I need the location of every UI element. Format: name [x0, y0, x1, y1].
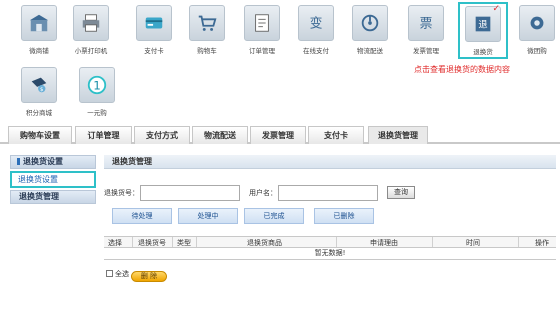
filter-pending[interactable]: 待处理 — [112, 208, 172, 224]
tile-label: 积分商城 — [26, 109, 52, 117]
col-return-number: 退换货号 — [138, 239, 166, 247]
col-actions: 操作 — [535, 239, 549, 247]
col-type: 类型 — [177, 239, 191, 247]
tile-label: 订单管理 — [249, 47, 275, 55]
tile-group-buy[interactable]: 微团购 — [512, 2, 560, 60]
left-menu-item-return-settings[interactable]: 退换货设置 — [10, 171, 96, 188]
column-divider — [336, 237, 337, 247]
column-divider — [196, 237, 197, 247]
tile-label: 发票管理 — [413, 47, 439, 55]
checkmark-icon: ✓ — [492, 4, 500, 14]
tile-weishangpu[interactable]: 微商铺 — [14, 2, 64, 60]
tab-payment-card[interactable]: 支付卡 — [308, 126, 364, 144]
col-return-goods: 退换货商品 — [247, 239, 282, 247]
svg-text:$: $ — [40, 87, 44, 93]
tile-label: 微团购 — [527, 47, 547, 55]
bulk-actions: 全选删 除 — [106, 269, 167, 282]
status-filters: 待处理 处理中 已完成 已删除 — [104, 208, 556, 226]
tab-order-management[interactable]: 订单管理 — [75, 126, 132, 144]
column-divider — [172, 237, 173, 247]
tile-logistics[interactable]: 物流配送 — [345, 2, 395, 60]
shopping-cart-icon — [189, 5, 225, 41]
select-all-checkbox[interactable] — [106, 270, 113, 277]
tile-label: 在线支付 — [303, 47, 329, 55]
group-buy-icon — [519, 5, 555, 41]
tile-one-yuan[interactable]: 1 一元购 — [72, 64, 122, 122]
tab-logistics[interactable]: 物流配送 — [192, 126, 248, 144]
col-time: 时间 — [466, 239, 480, 247]
filter-completed[interactable]: 已完成 — [244, 208, 304, 224]
invoice-icon: 票 — [408, 5, 444, 41]
settings-tab-bar: 购物车设置 订单管理 支付方式 物流配送 发票管理 支付卡 退换货管理 — [0, 122, 560, 144]
svg-text:票: 票 — [420, 17, 433, 32]
tile-label: 购物车 — [197, 47, 217, 55]
tile-label: 退换货 — [473, 48, 493, 56]
tab-invoice-management[interactable]: 发票管理 — [250, 126, 306, 144]
filter-deleted[interactable]: 已删除 — [314, 208, 374, 224]
empty-state: 暂无数据! — [104, 248, 556, 260]
username-input[interactable] — [278, 185, 378, 201]
tile-invoice[interactable]: 票 发票管理 — [401, 2, 451, 60]
returns-table: 选择 退换货号 类型 退换货商品 申请理由 时间 操作 暂无数据! — [104, 236, 556, 260]
left-menu-item-return-management[interactable]: 退换货管理 — [10, 190, 96, 204]
column-divider — [132, 237, 133, 247]
query-button[interactable]: 查询 — [387, 186, 415, 199]
tile-payment-card[interactable]: 支付卡 — [129, 2, 179, 60]
table-header: 选择 退换货号 类型 退换货商品 申请理由 时间 操作 — [104, 236, 556, 248]
search-bar: 退换货号： 用户名： 查询 — [104, 185, 556, 203]
tile-return-exchange[interactable]: ✓ 退 退换货 — [458, 2, 508, 59]
tile-label: 小票打印机 — [74, 47, 108, 55]
svg-text:退: 退 — [478, 20, 487, 31]
tile-label: 微商铺 — [29, 47, 49, 55]
tile-orders[interactable]: 订单管理 — [237, 2, 287, 60]
payment-card-icon — [136, 5, 172, 41]
app-toolbar-row-1: 微商铺 小票打印机 支付卡 购物车 订单管理 变 在线支付 物流配送 票 发票管… — [0, 0, 560, 62]
delete-button[interactable]: 删 除 — [131, 271, 167, 282]
online-payment-icon: 变 — [298, 5, 334, 41]
tile-printer[interactable]: 小票打印机 — [66, 2, 116, 60]
one-yuan-buy-icon: 1 — [79, 67, 115, 103]
tile-label: 支付卡 — [144, 47, 164, 55]
order-management-icon — [244, 5, 280, 41]
tile-points-mall[interactable]: $ 积分商城 — [14, 64, 64, 122]
printer-icon — [73, 5, 109, 41]
section-marker-icon — [17, 158, 20, 165]
column-divider — [518, 237, 519, 247]
svg-text:1: 1 — [93, 79, 101, 93]
order-number-label: 退换货号： — [104, 189, 139, 197]
left-menu: 退换货设置 退换货设置 退换货管理 — [10, 155, 96, 204]
tile-label: 一元购 — [87, 109, 107, 117]
main-panel: 退换货管理 退换货号： 用户名： 查询 待处理 处理中 已完成 已删除 选择 退… — [104, 155, 556, 282]
points-mall-icon: $ — [21, 67, 57, 103]
shop-icon — [21, 5, 57, 41]
logistics-icon — [352, 5, 388, 41]
col-select: 选择 — [108, 239, 122, 247]
tab-payment-methods[interactable]: 支付方式 — [134, 126, 190, 144]
username-label: 用户名： — [249, 189, 277, 197]
order-number-input[interactable] — [140, 185, 240, 201]
tab-cart-settings[interactable]: 购物车设置 — [8, 126, 72, 144]
filter-processing[interactable]: 处理中 — [178, 208, 238, 224]
left-menu-section-label: 退换货设置 — [23, 157, 63, 166]
select-all-label: 全选 — [115, 270, 129, 278]
hint-text: 点击查看退换货的数据内容 — [414, 65, 510, 74]
svg-text:变: 变 — [310, 16, 323, 32]
tile-online-payment[interactable]: 变 在线支付 — [291, 2, 341, 60]
tile-label: 物流配送 — [357, 47, 383, 55]
col-reason: 申请理由 — [370, 239, 398, 247]
column-divider — [432, 237, 433, 247]
panel-title: 退换货管理 — [104, 155, 556, 169]
left-menu-section: 退换货设置 — [10, 155, 96, 169]
tab-return-management[interactable]: 退换货管理 — [368, 126, 428, 144]
tile-cart[interactable]: 购物车 — [182, 2, 232, 60]
